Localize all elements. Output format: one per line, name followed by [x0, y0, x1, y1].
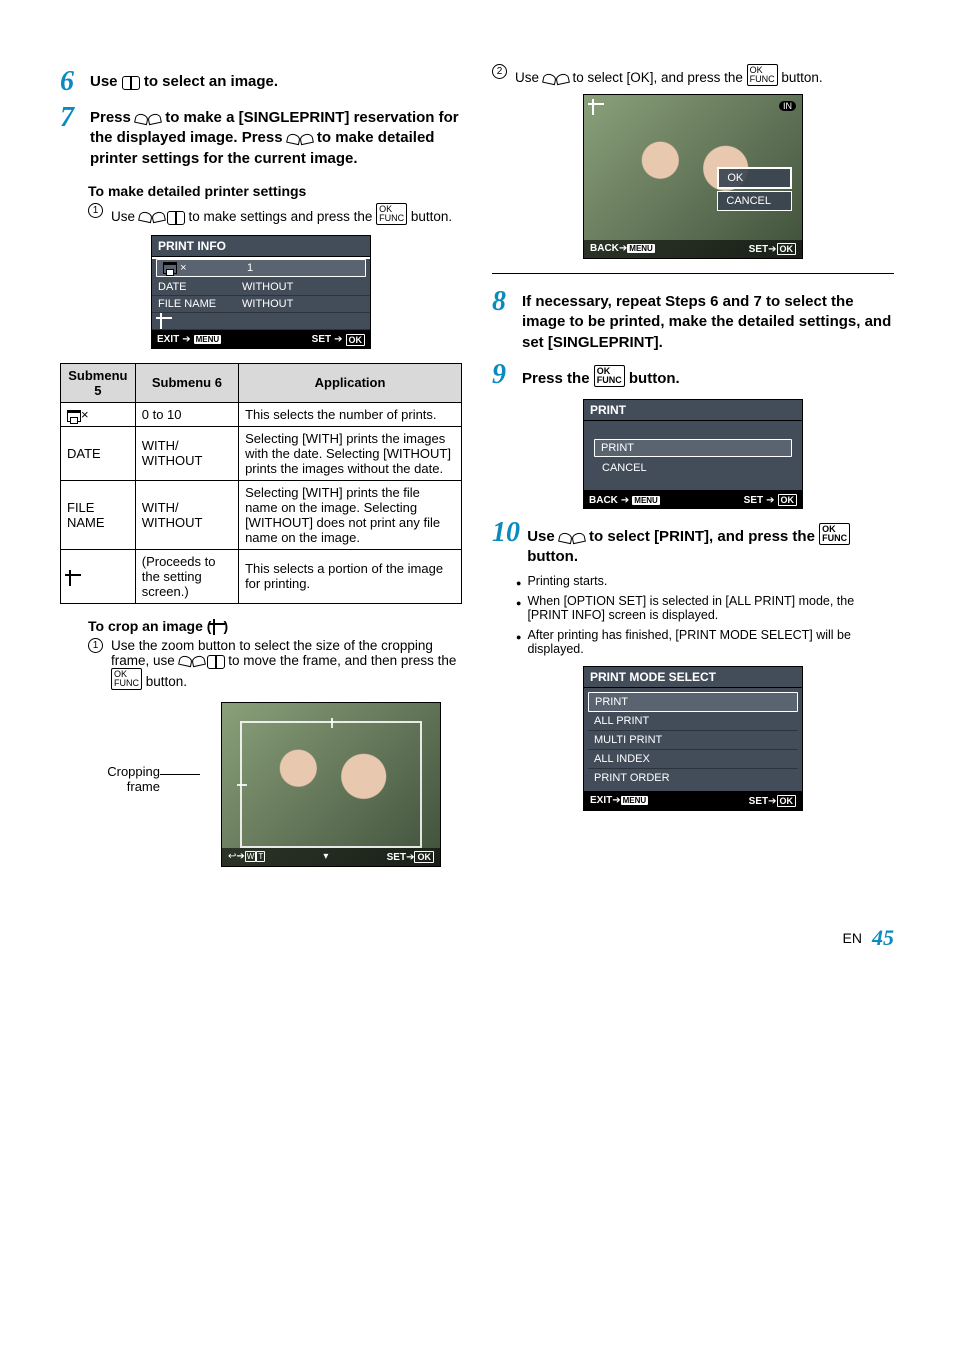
ok-func-button-icon: OKFUNC [111, 668, 142, 690]
settings-th-1: Submenu 5 [61, 363, 136, 402]
right-column: 2 Use to select [OK], and press the OKFU… [492, 60, 894, 875]
step-6-text: Use to select an image. [90, 68, 278, 92]
print-option-print[interactable]: PRINT [594, 439, 792, 457]
step-7-text: Press to make a [SINGLEPRINT] reservatio… [90, 104, 462, 169]
pms-row-all-print[interactable]: ALL PRINT [588, 712, 798, 731]
ok-func-button-icon: OKFUNC [747, 64, 778, 86]
step-10-text: Use to select [PRINT], and press the OKF… [527, 519, 894, 568]
pms-row-print-order[interactable]: PRINT ORDER [588, 769, 798, 787]
step-8-text: If necessary, repeat Steps 6 and 7 to se… [522, 288, 894, 353]
lcd-print-info-title: PRINT INFO [152, 236, 370, 257]
lcd-crop-preview: ↩➔WT ▾ SET➔OK [221, 702, 441, 867]
step-7-number: 7 [60, 104, 82, 132]
dpad-left-right-icon [122, 76, 140, 88]
lcd-print-mode-select: PRINT MODE SELECT PRINT ALL PRINT MULTI … [583, 666, 803, 811]
step-9-number: 9 [492, 361, 514, 389]
return-icon: ↩ [228, 851, 236, 862]
lcd-row-crop[interactable] [152, 313, 370, 330]
table-row: FILE NAME WITH/ WITHOUT Selecting [WITH]… [61, 480, 462, 549]
list-item: After printing has finished, [PRINT MODE… [516, 628, 894, 656]
lcd-row-filename[interactable]: FILE NAME WITHOUT [152, 296, 370, 313]
dpad-down-icon: ▾ [323, 851, 328, 862]
lcd-row-copies-value: 1 [247, 262, 253, 274]
left-column: 6 Use to select an image. 7 Press to mak… [60, 60, 462, 875]
print-option-cancel[interactable]: CANCEL [594, 460, 792, 476]
crop-instruction: 1 Use the zoom button to select the size… [88, 638, 462, 690]
ok-select-line: 2 Use to select [OK], and press the OKFU… [492, 64, 894, 86]
crop-bar-right: SET➔OK [387, 851, 434, 863]
step-10-bullets: Printing starts. When [OPTION SET] is se… [516, 574, 894, 656]
dpad-up-down-icon [559, 532, 585, 543]
option-cancel[interactable]: CANCEL [717, 191, 792, 211]
crop-figure: Cropping frame ↩➔WT ▾ SET➔OK [90, 694, 462, 875]
crop-subhead: To crop an image () [88, 618, 462, 634]
dpad-up-down-icon [543, 73, 569, 84]
crop-bar-left: ↩➔WT [228, 851, 265, 863]
lcd-ok-cancel-preview: IN OK CANCEL BACK➔MENU SET➔OK [583, 94, 803, 259]
dpad-4way-icon [139, 211, 185, 223]
pms-row-all-index[interactable]: ALL INDEX [588, 750, 798, 769]
dpad-up-icon [287, 133, 313, 144]
step-10-number: 10 [492, 519, 519, 547]
step-7: 7 Press to make a [SINGLEPRINT] reservat… [60, 104, 462, 169]
table-row: DATE WITH/ WITHOUT Selecting [WITH] prin… [61, 426, 462, 480]
print-icon [163, 262, 177, 274]
detailed-settings-subhead: To make detailed printer settings [88, 183, 462, 199]
lcd-print-title: PRINT [584, 400, 802, 421]
lcd-print-info-bar: EXIT➔MENU SET➔OK [151, 331, 371, 349]
circle-1-icon: 1 [88, 203, 103, 218]
pointer-connector-icon [160, 694, 200, 779]
pms-title: PRINT MODE SELECT [583, 666, 803, 687]
footer-lang: EN [843, 930, 862, 946]
option-ok[interactable]: OK [717, 167, 792, 189]
lcd-print: PRINT PRINT CANCEL BACK➔MENU SET➔OK [583, 399, 803, 509]
crop-frame-overlay[interactable] [240, 721, 422, 848]
footer-page-number: 45 [872, 925, 894, 951]
settings-table: Submenu 5 Submenu 6 Application × 0 to 1… [60, 363, 462, 604]
step-6: 6 Use to select an image. [60, 68, 462, 96]
step-8: 8 If necessary, repeat Steps 6 and 7 to … [492, 288, 894, 353]
crop-icon [67, 572, 79, 584]
ok-tag-icon: OK [346, 334, 366, 346]
lcd-row-date[interactable]: DATE WITHOUT [152, 279, 370, 296]
step-6-number: 6 [60, 68, 82, 96]
step-10: 10 Use to select [PRINT], and press the … [492, 519, 894, 568]
step-8-number: 8 [492, 288, 514, 316]
crop-icon [211, 621, 223, 633]
ok-func-button-icon: OKFUNC [594, 365, 625, 387]
settings-th-2: Submenu 6 [135, 363, 238, 402]
dpad-4way-icon [179, 655, 225, 667]
list-item: Printing starts. [516, 574, 894, 588]
in-badge: IN [779, 101, 796, 111]
step-9: 9 Press the OKFUNC button. [492, 361, 894, 389]
lcd-print-info: PRINT INFO × 1 DATE WITHOUT FILE NAME WI… [151, 235, 371, 349]
ok-func-button-icon: OKFUNC [376, 203, 407, 225]
list-item: When [OPTION SET] is selected in [ALL PR… [516, 594, 894, 622]
detailed-settings-line: 1 Use to make settings and press the OKF… [88, 203, 462, 225]
crop-frame-label: Cropping frame [90, 694, 160, 794]
circle-2-icon: 2 [492, 64, 507, 79]
crop-icon [158, 315, 170, 327]
menu-tag-icon: MENU [194, 335, 222, 344]
ok-func-button-icon: OKFUNC [819, 523, 850, 545]
table-row: × 0 to 10 This selects the number of pri… [61, 402, 462, 426]
page-footer: EN 45 [0, 915, 954, 981]
separator [492, 273, 894, 274]
pms-row-print[interactable]: PRINT [588, 692, 798, 712]
dpad-down-icon [135, 113, 161, 124]
circle-1-icon: 1 [88, 638, 103, 653]
table-row: (Proceeds to the setting screen.) This s… [61, 549, 462, 603]
lcd-row-copies[interactable]: × 1 [156, 259, 366, 277]
step-9-text: Press the OKFUNC button. [522, 361, 680, 389]
print-icon [67, 410, 81, 422]
pms-row-multi-print[interactable]: MULTI PRINT [588, 731, 798, 750]
crop-icon [590, 101, 602, 113]
settings-th-3: Application [239, 363, 462, 402]
